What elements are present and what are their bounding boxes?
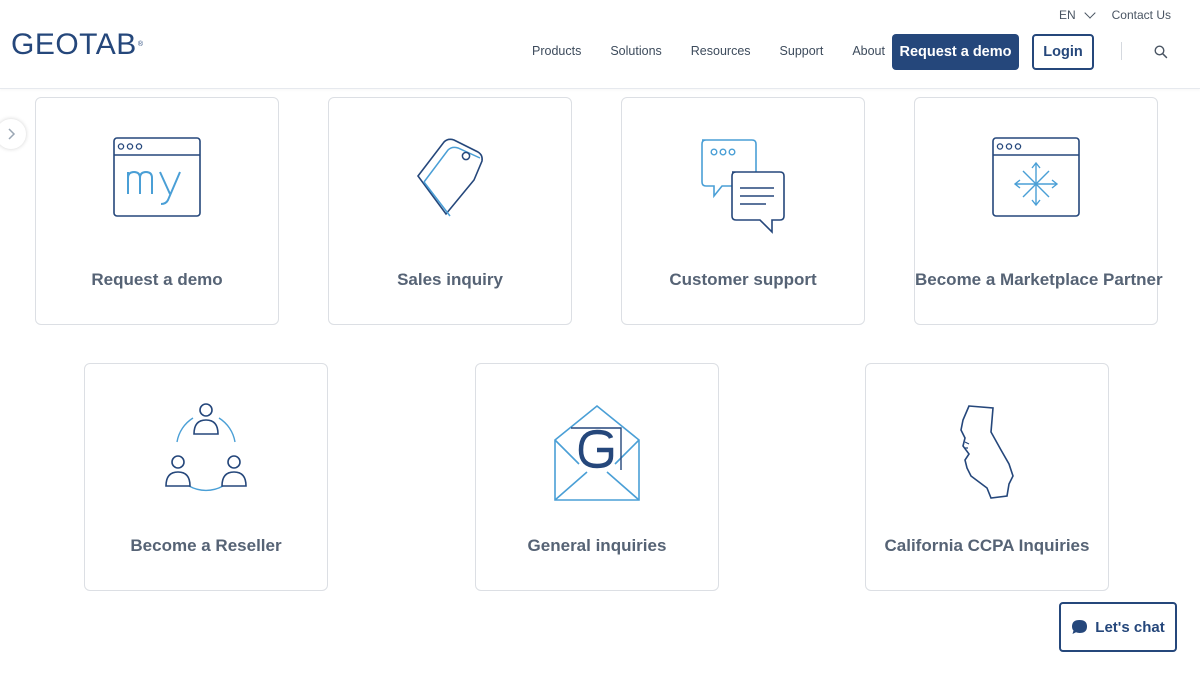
card-label: California CCPA Inquiries bbox=[884, 536, 1090, 555]
california-map-icon bbox=[960, 405, 1014, 499]
geotab-logo[interactable]: GEOTAB® bbox=[11, 28, 143, 62]
card-label: Request a demo bbox=[91, 270, 223, 289]
search-icon[interactable] bbox=[1154, 45, 1168, 59]
utility-bar: EN Contact Us bbox=[1059, 7, 1171, 23]
card-label: General inquiries bbox=[527, 536, 667, 555]
nav-about[interactable]: About bbox=[852, 44, 885, 58]
card-general-inquiries[interactable]: General inquiries bbox=[475, 363, 719, 591]
site-header: GEOTAB® EN Contact Us Products Solutions… bbox=[0, 0, 1200, 89]
card-customer-support[interactable]: Customer support bbox=[621, 97, 865, 325]
login-button[interactable]: Login bbox=[1032, 34, 1094, 70]
chevron-right-icon bbox=[8, 128, 16, 140]
chevron-down-icon bbox=[1083, 7, 1096, 19]
nav-products[interactable]: Products bbox=[532, 44, 581, 58]
price-tag-icon bbox=[416, 138, 483, 217]
card-request-demo[interactable]: Request a demo bbox=[35, 97, 279, 325]
card-sales-inquiry[interactable]: Sales inquiry bbox=[328, 97, 572, 325]
lets-chat-button[interactable]: Let's chat bbox=[1059, 602, 1177, 652]
card-marketplace-partner[interactable]: Become a Marketplace Partner bbox=[914, 97, 1163, 325]
request-demo-button[interactable]: Request a demo bbox=[892, 34, 1019, 70]
card-california-ccpa[interactable]: California CCPA Inquiries bbox=[865, 363, 1109, 591]
card-label: Become a Reseller bbox=[130, 536, 282, 555]
card-become-reseller[interactable]: Become a Reseller bbox=[84, 363, 328, 591]
main-nav: Products Solutions Resources Support Abo… bbox=[532, 44, 914, 58]
nav-resources[interactable]: Resources bbox=[691, 44, 751, 58]
card-label: Customer support bbox=[669, 270, 817, 289]
contact-us-link[interactable]: Contact Us bbox=[1112, 8, 1171, 22]
chat-icon bbox=[1072, 620, 1088, 634]
card-label: Sales inquiry bbox=[397, 270, 503, 289]
header-divider bbox=[1121, 42, 1122, 60]
envelope-icon bbox=[554, 404, 640, 501]
nav-solutions[interactable]: Solutions bbox=[610, 44, 661, 58]
chat-label: Let's chat bbox=[1095, 618, 1165, 636]
chat-bubbles-icon bbox=[701, 139, 785, 234]
people-network-icon bbox=[165, 403, 247, 492]
language-selector[interactable]: EN bbox=[1058, 7, 1096, 22]
browser-my-icon bbox=[113, 137, 201, 217]
nav-support[interactable]: Support bbox=[780, 44, 824, 58]
carousel-prev-button[interactable] bbox=[0, 119, 26, 149]
language-label: EN bbox=[1058, 8, 1076, 22]
browser-arrows-icon bbox=[992, 137, 1080, 217]
card-label: Become a Marketplace Partner bbox=[915, 270, 1163, 289]
